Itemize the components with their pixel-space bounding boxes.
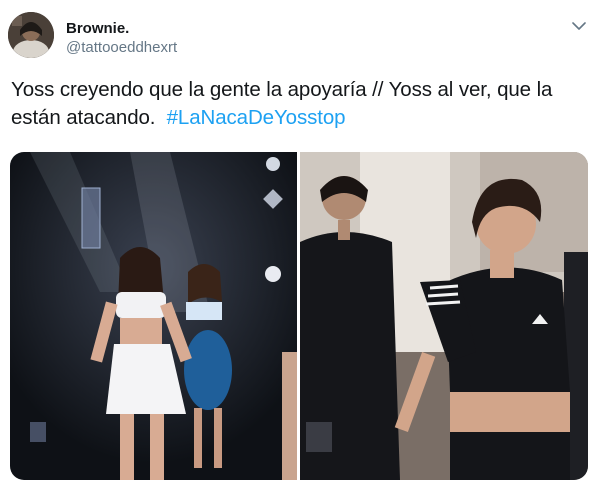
tweet-text: Yoss creyendo que la gente la apoyaría /… xyxy=(11,76,589,132)
author-handle[interactable]: @tattooeddhexrt xyxy=(66,39,177,56)
author-name[interactable]: Brownie. xyxy=(66,20,129,37)
hashtag-link[interactable]: #LaNacaDeYosstop xyxy=(167,106,346,129)
avatar[interactable] xyxy=(8,12,54,58)
tweet-media[interactable] xyxy=(10,152,588,480)
media-image-left[interactable] xyxy=(10,152,297,480)
media-image-right[interactable] xyxy=(300,152,588,480)
chevron-down-icon[interactable] xyxy=(570,19,588,33)
